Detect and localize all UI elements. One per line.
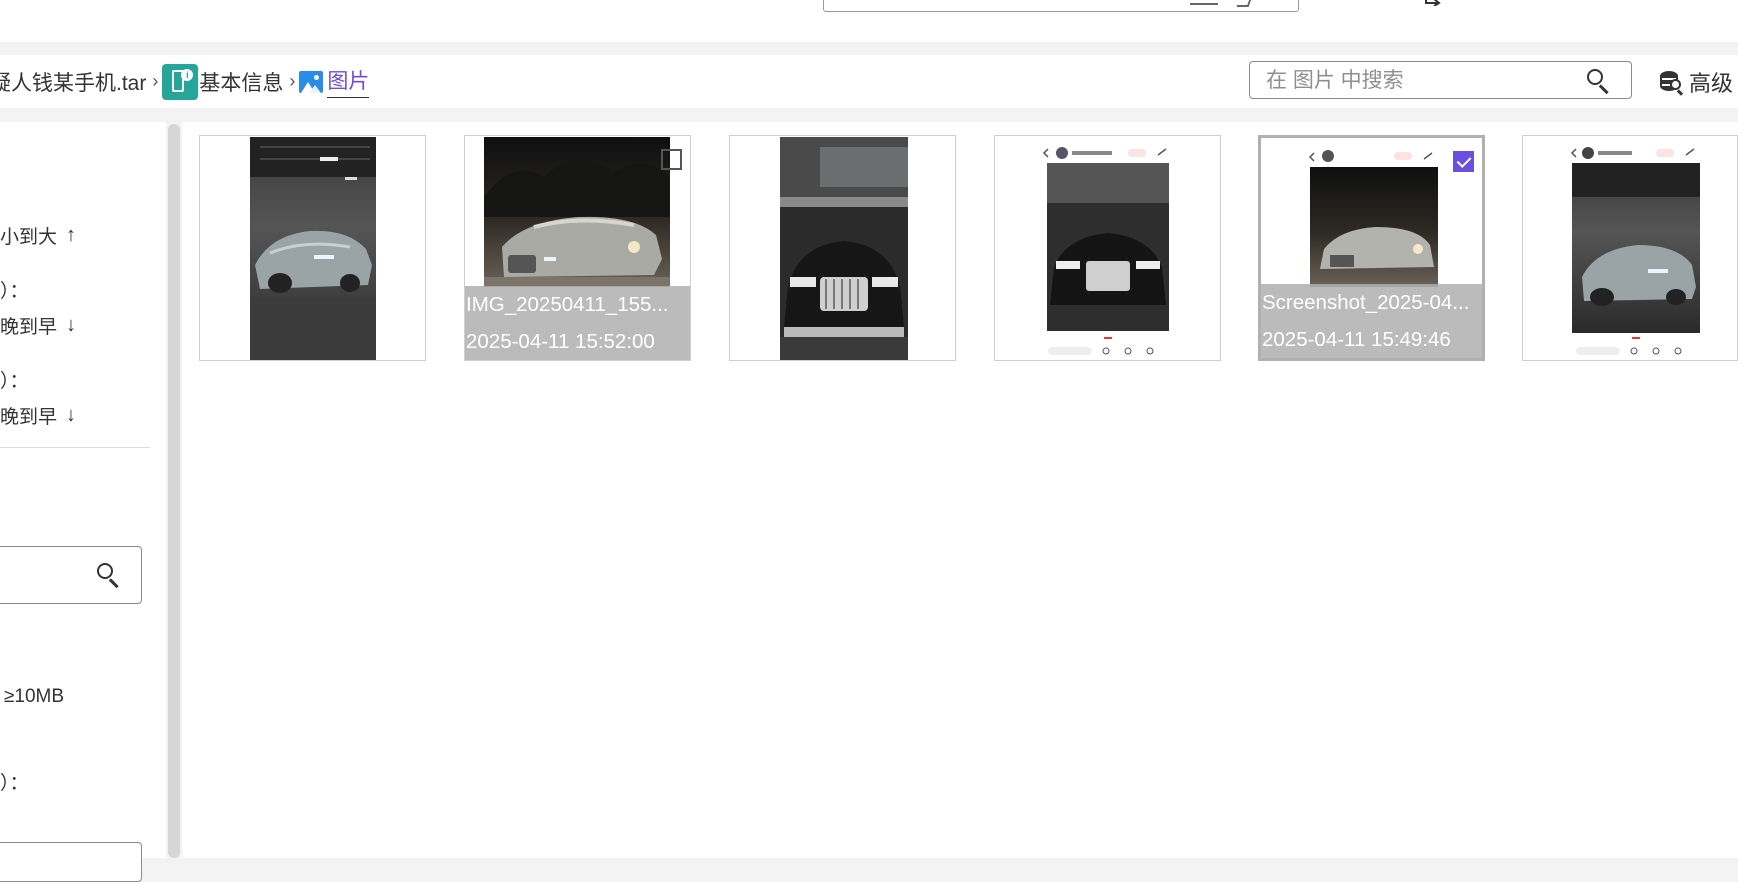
top-toolbar xyxy=(0,0,1738,42)
top-search-field[interactable] xyxy=(823,0,1299,12)
image-thumbnail xyxy=(780,137,908,360)
image-thumbnail xyxy=(1568,137,1704,360)
image-thumbnail xyxy=(250,137,376,360)
advanced-label: 高级 xyxy=(1689,70,1734,96)
image-tile[interactable] xyxy=(994,135,1221,361)
field-icon xyxy=(1190,3,1218,5)
image-tile[interactable]: Screenshot_2025-04... 2025-04-11 15:49:4… xyxy=(1258,135,1485,361)
image-filename: IMG_20250411_155... xyxy=(466,293,669,316)
image-filename: Screenshot_2025-04... xyxy=(1262,291,1470,314)
search-icon[interactable] xyxy=(97,563,119,588)
database-search-icon xyxy=(1659,69,1685,95)
filter-label: ）： xyxy=(0,371,29,392)
image-icon xyxy=(299,70,324,93)
image-tile[interactable] xyxy=(1522,135,1738,361)
image-tile[interactable]: IMG_20250411_155... 2025-04-11 15:52:00 xyxy=(464,135,691,361)
size-option[interactable]: ≥10MB xyxy=(4,686,64,708)
phone-info-icon: i xyxy=(162,63,199,100)
select-checkbox[interactable] xyxy=(661,149,682,170)
image-tile[interactable] xyxy=(199,135,426,361)
filter-label: ）： xyxy=(0,773,29,794)
filter-sidebar: 小到大 ↑ ）： 晚到早 ↓ ）： 晚到早 ↓ ≥10MB ）： xyxy=(0,122,166,882)
sidebar-search-box[interactable] xyxy=(0,546,142,604)
divider xyxy=(0,447,150,448)
export-icon[interactable] xyxy=(1424,0,1446,6)
field-chevron-icon xyxy=(1236,0,1252,7)
navigation-bar: 疑人钱某手机.tar › i 基本信息 › 图片 高级 xyxy=(0,55,1738,108)
image-date: 2025-04-11 15:52:00 xyxy=(466,330,655,353)
sort-time-option[interactable]: 晚到早 ↓ xyxy=(0,402,76,429)
search-input[interactable] xyxy=(1250,62,1588,99)
image-caption: Screenshot_2025-04... 2025-04-11 15:49:4… xyxy=(1261,284,1482,358)
breadcrumb-item-images[interactable]: 图片 xyxy=(327,65,370,98)
image-thumbnail xyxy=(484,137,670,287)
image-gallery: IMG_20250411_155... 2025-04-11 15:52:00 xyxy=(182,122,1738,858)
image-date: 2025-04-11 15:49:46 xyxy=(1262,328,1451,351)
filter-label: ）： xyxy=(0,281,29,302)
breadcrumb: 疑人钱某手机.tar › i 基本信息 › 图片 xyxy=(0,55,370,108)
sort-time-label: 晚到早 xyxy=(0,407,58,428)
breadcrumb-item-basic-info[interactable]: 基本信息 xyxy=(199,67,283,97)
breadcrumb-item-archive[interactable]: 疑人钱某手机.tar xyxy=(0,67,146,97)
image-thumbnail xyxy=(1040,137,1176,360)
chevron-right-icon: › xyxy=(152,71,159,91)
search-icon[interactable] xyxy=(1587,69,1609,94)
image-search-box xyxy=(1249,61,1632,99)
arrow-up-icon: ↑ xyxy=(66,224,77,246)
select-checkbox-checked[interactable] xyxy=(1453,151,1474,172)
image-tile[interactable] xyxy=(729,135,956,361)
sort-size-label: 小到大 xyxy=(0,227,58,248)
sidebar-filter-field[interactable] xyxy=(0,842,142,882)
sort-time-option[interactable]: 晚到早 ↓ xyxy=(0,312,76,339)
sort-size-option[interactable]: 小到大 ↑ xyxy=(0,222,76,249)
sort-time-label: 晚到早 xyxy=(0,317,58,338)
arrow-down-icon: ↓ xyxy=(66,404,77,426)
advanced-search-button[interactable]: 高级 xyxy=(1659,55,1733,108)
arrow-down-icon: ↓ xyxy=(66,314,77,336)
chevron-right-icon: › xyxy=(289,71,296,91)
image-caption: IMG_20250411_155... 2025-04-11 15:52:00 xyxy=(465,286,690,360)
sidebar-scrollbar[interactable] xyxy=(168,124,180,858)
